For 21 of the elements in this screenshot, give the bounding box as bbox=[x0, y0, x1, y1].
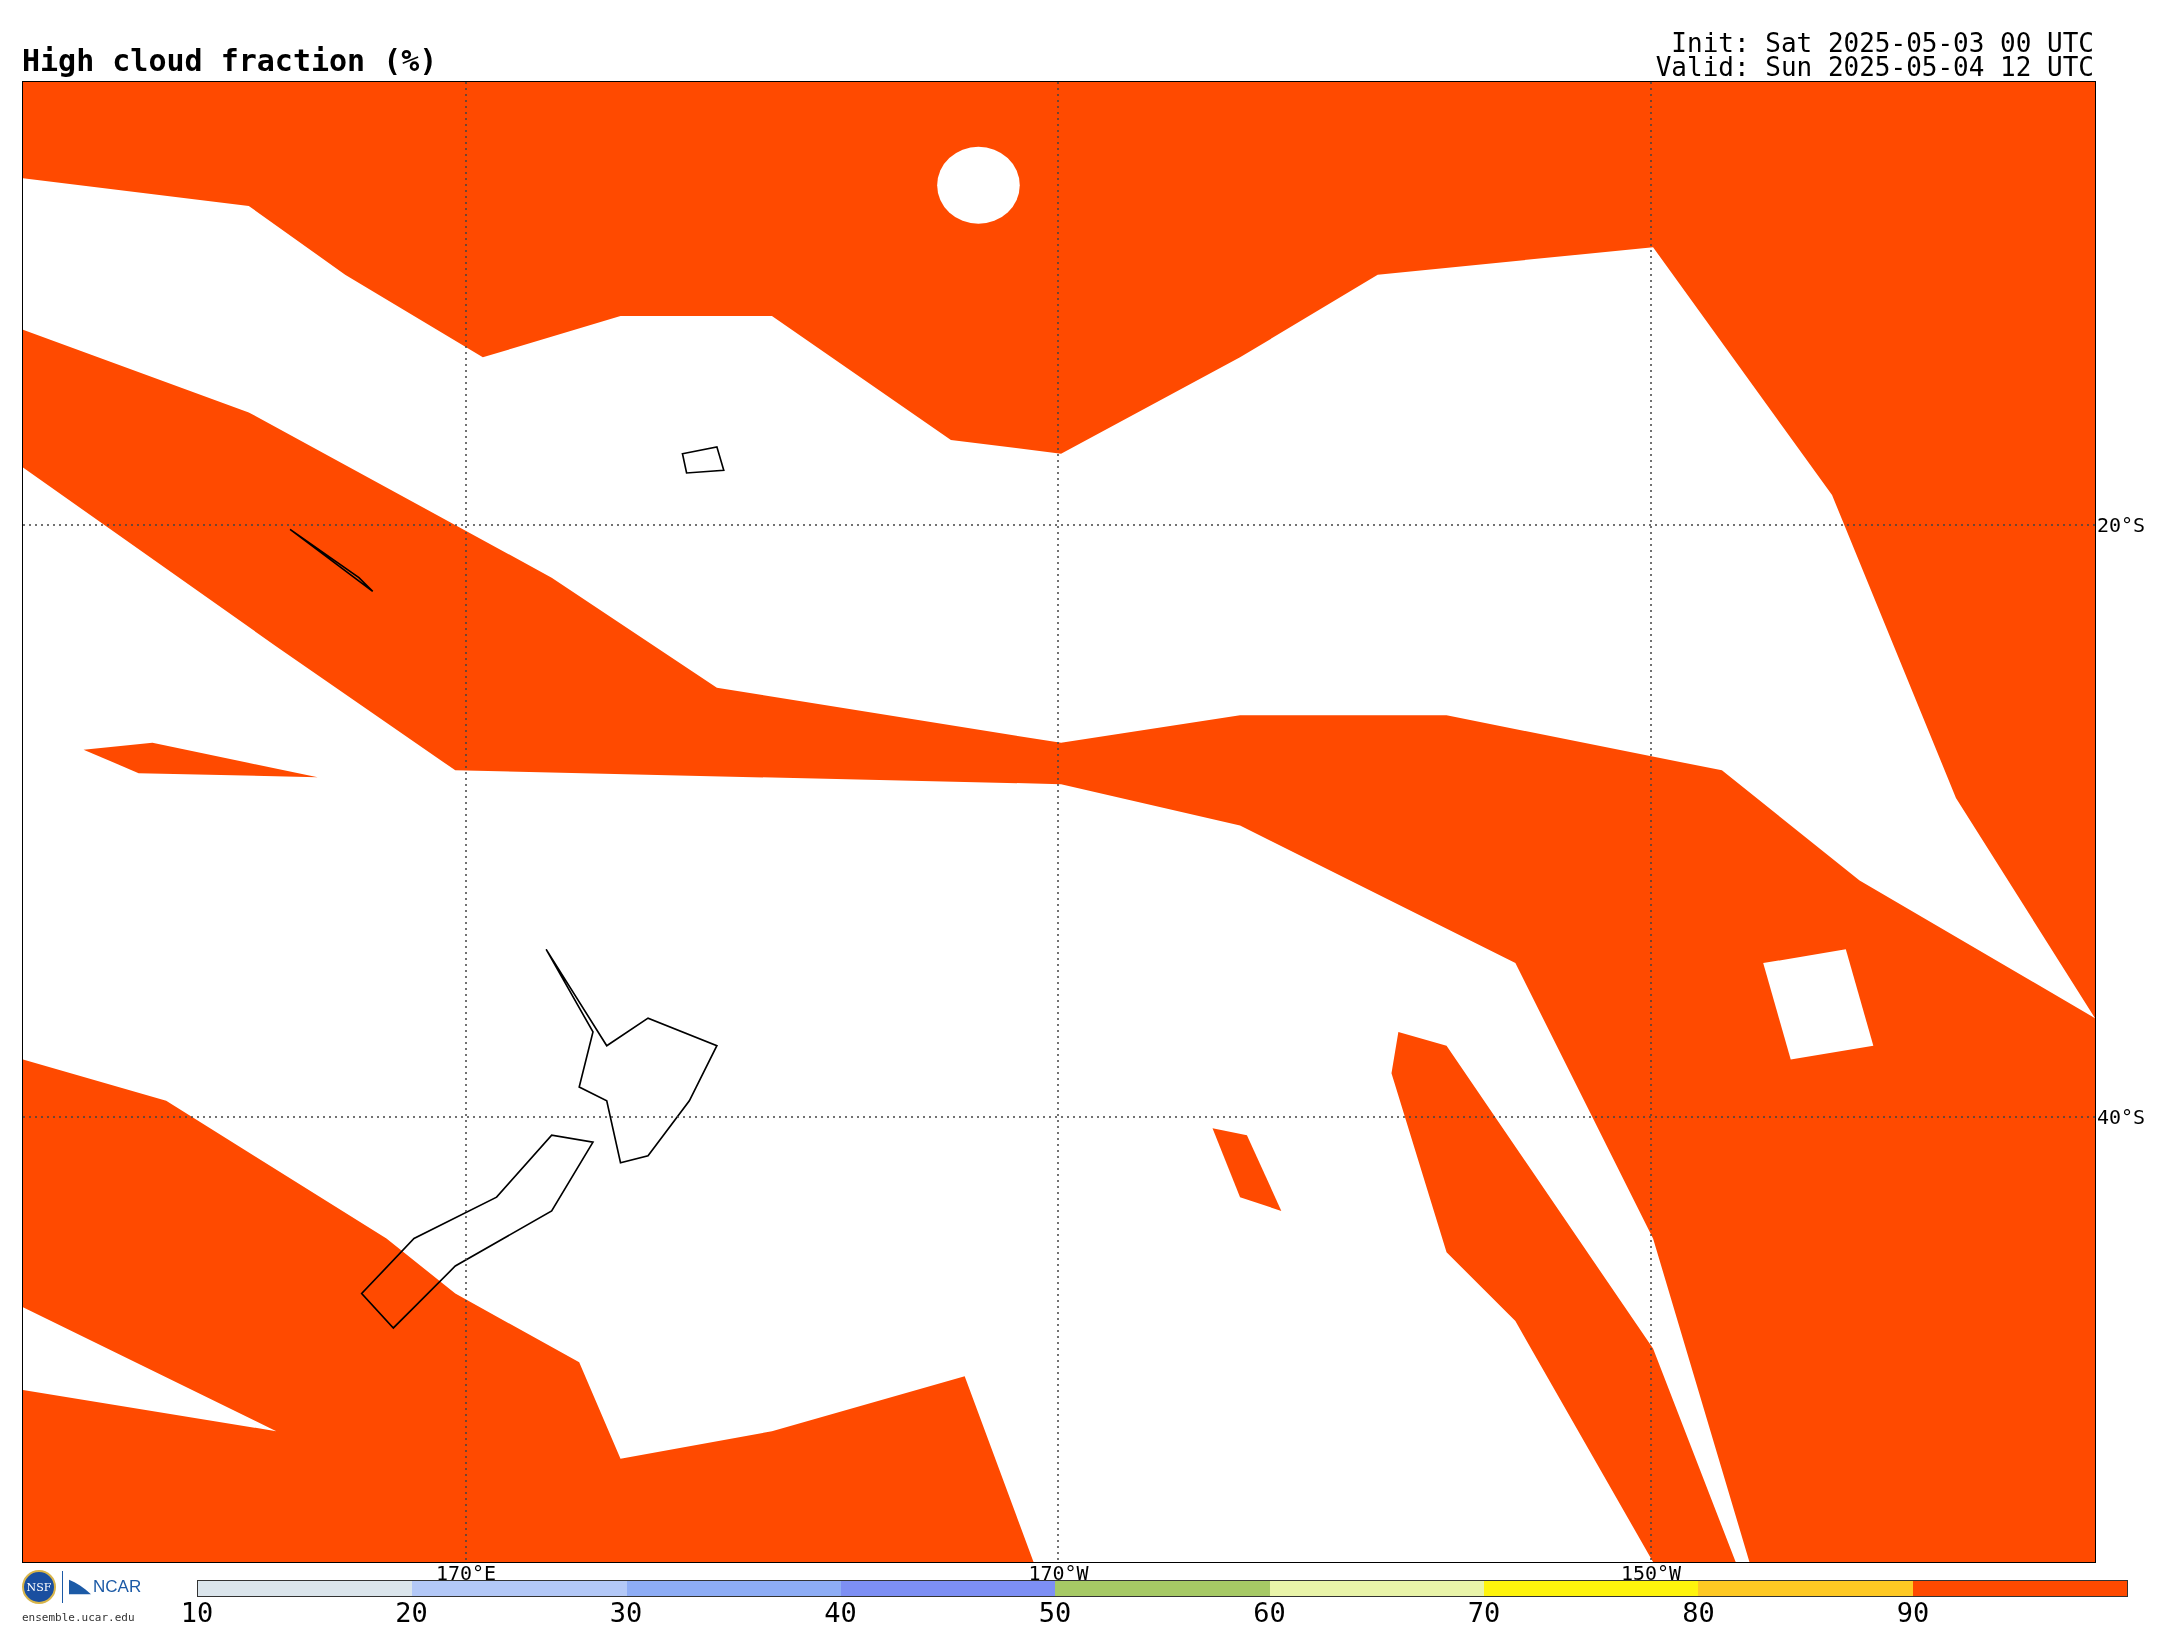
tick-label: 10 bbox=[180, 1597, 214, 1626]
latitude-label: 20°S bbox=[2097, 515, 2146, 535]
tick-label: 30 bbox=[609, 1597, 643, 1626]
tick-label: 20 bbox=[395, 1597, 428, 1626]
tick-label: 90 bbox=[1896, 1597, 1930, 1626]
longitude-label: 170°E bbox=[435, 1563, 497, 1583]
init-time: Init: Sat 2025-05-03 00 UTC bbox=[1671, 31, 2094, 55]
ncar-logo: NCAR bbox=[93, 1577, 142, 1597]
valid-time: Valid: Sun 2025-05-04 12 UTC bbox=[1655, 55, 2094, 79]
tick-label: 70 bbox=[1467, 1597, 1501, 1626]
tick-label: 40 bbox=[824, 1597, 857, 1626]
latitude-label: 40°S bbox=[2097, 1107, 2146, 1127]
tick-label: 80 bbox=[1682, 1597, 1715, 1626]
longitude-label: 170°W bbox=[1028, 1563, 1089, 1583]
longitude-label: 150°W bbox=[1620, 1563, 1682, 1583]
swoosh-icon bbox=[69, 1579, 91, 1595]
tick-label: 50 bbox=[1038, 1597, 1072, 1626]
tick-label: 60 bbox=[1253, 1597, 1286, 1626]
nsf-logo: NSF bbox=[22, 1570, 56, 1604]
chart-title: High cloud fraction (%) bbox=[22, 44, 438, 78]
site-url: ensemble.ucar.edu bbox=[22, 1611, 135, 1624]
